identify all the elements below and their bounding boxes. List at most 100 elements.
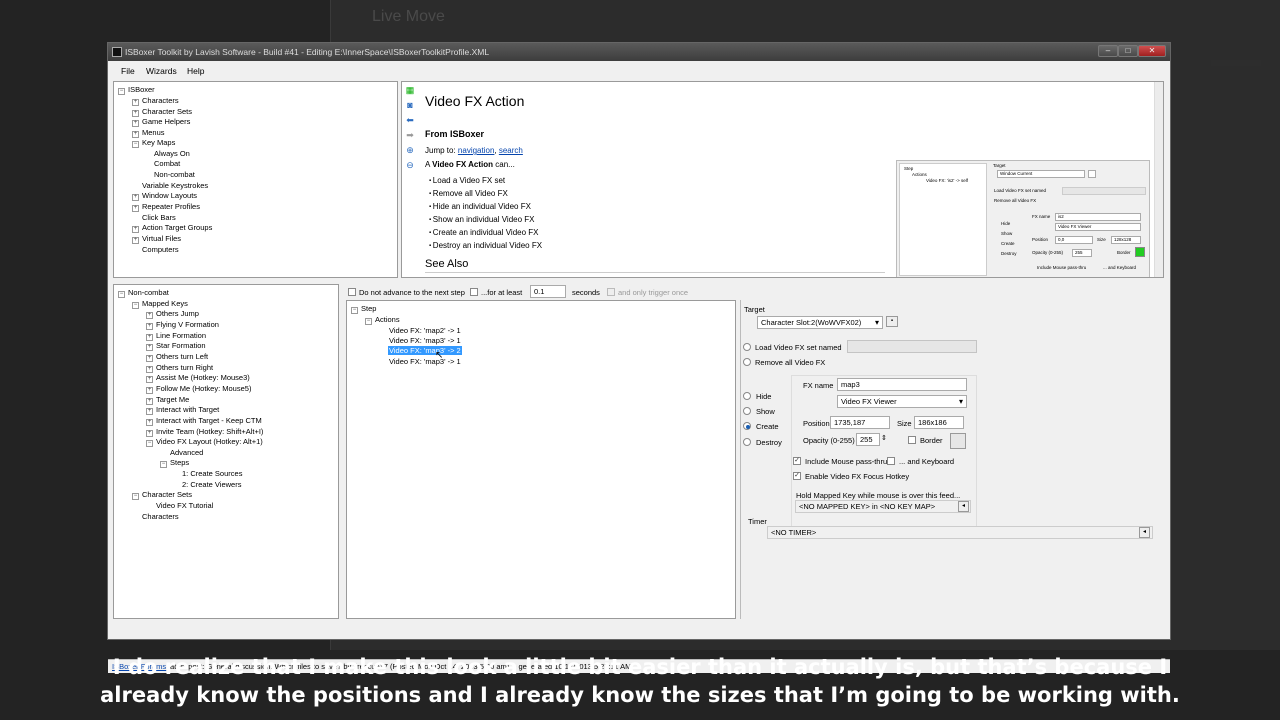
navigation-link[interactable]: navigation	[458, 146, 494, 155]
target-clear-button[interactable]: ▪	[886, 316, 898, 327]
tree-item-characters[interactable]: + Characters	[132, 96, 179, 106]
tree-item[interactable]: + Assist Me (Hotkey: Mouse3)	[146, 373, 250, 383]
target-select[interactable]: Character Slot:2(WoWVFX02)	[757, 316, 883, 329]
thumb-step-tree: Step Actions Video FX: 'is2' -> self	[899, 163, 987, 276]
close-button[interactable]: ✕	[1138, 45, 1166, 57]
tree-actions[interactable]: − Actions	[365, 315, 400, 325]
keyboard-checkbox[interactable]	[887, 457, 895, 465]
tree-item[interactable]: + Others turn Left	[146, 352, 208, 362]
focus-hotkey-checkbox[interactable]: ✓	[793, 472, 801, 480]
destroy-radio[interactable]	[743, 438, 751, 446]
maximize-button[interactable]: □	[1118, 45, 1138, 57]
tree-item-action-target-groups[interactable]: + Action Target Groups	[132, 223, 212, 233]
fx-type-select[interactable]: Video FX Viewer	[837, 395, 967, 408]
search-link[interactable]: search	[499, 146, 523, 155]
tree-item-character-sets[interactable]: − Character Sets	[132, 490, 192, 500]
timer-field[interactable]: <NO TIMER>	[767, 526, 1153, 539]
menu-file[interactable]: File	[121, 66, 135, 76]
help-scrollbar[interactable]	[1154, 82, 1163, 277]
grid-icon[interactable]: ▦	[404, 84, 416, 96]
back-arrow-icon[interactable]: ⬅	[404, 114, 416, 126]
see-also-heading: See Also	[425, 258, 469, 270]
create-radio[interactable]	[743, 422, 751, 430]
menu-bar: File Wizards Help	[108, 61, 1170, 79]
remove-all-radio[interactable]	[743, 358, 751, 366]
tree-item-non-combat[interactable]: Non-combat	[154, 170, 195, 179]
tree-item-click-bars[interactable]: Click Bars	[142, 213, 176, 222]
for-at-least-checkbox[interactable]	[470, 288, 478, 296]
tree-step[interactable]: − Step	[351, 304, 376, 314]
tree-root[interactable]: − ISBoxer	[118, 85, 155, 95]
menu-wizards[interactable]: Wizards	[146, 66, 177, 76]
seconds-input[interactable]: 0.1	[530, 285, 566, 298]
step-action-item[interactable]: Video FX: 'map2' -> 1	[389, 326, 461, 335]
tree-item-virtual-files[interactable]: + Virtual Files	[132, 234, 181, 244]
tree-item[interactable]: + Others Jump	[146, 309, 199, 319]
profile-tree[interactable]: − ISBoxer + Characters + Character Sets + Ga…	[113, 81, 398, 278]
step-action-item[interactable]: Video FX: 'map3' -> 1	[389, 357, 461, 366]
position-input[interactable]: 1735,187	[830, 416, 890, 429]
destroy-label: Destroy	[756, 438, 782, 447]
mapped-key-button[interactable]: ◂	[958, 501, 969, 512]
title-bar[interactable]: ISBoxer Toolkit by Lavish Software - Bui…	[108, 43, 1170, 61]
thumb-mouse-label: Include Mouse pass-thru	[1037, 265, 1087, 270]
load-set-input[interactable]	[847, 340, 977, 353]
step-action-item[interactable]: Video FX: 'map3' -> 1	[389, 336, 461, 345]
opacity-spinner-icon[interactable]: ⇕	[881, 434, 887, 442]
tree-item-menus[interactable]: + Menus	[132, 128, 165, 138]
thumb-hide: Hide	[1001, 221, 1011, 226]
tree-item-mapped-keys[interactable]: − Mapped Keys	[132, 299, 188, 309]
tree-item-advanced[interactable]: Advanced	[170, 448, 203, 457]
tree-item[interactable]: + Interact with Target	[146, 405, 219, 415]
size-input[interactable]: 186x186	[914, 416, 964, 429]
comment-icon[interactable]: ◙	[404, 99, 416, 111]
tree-item-characters[interactable]: Characters	[142, 512, 179, 521]
tree-root-non-combat[interactable]: − Non-combat	[118, 288, 169, 298]
load-set-radio[interactable]	[743, 343, 751, 351]
hide-radio[interactable]	[743, 392, 751, 400]
step-action-item-selected[interactable]: Video FX: 'map3' -> 2	[388, 346, 462, 355]
tree-item-window-layouts[interactable]: + Window Layouts	[132, 191, 197, 201]
tree-item[interactable]: + Target Me	[146, 395, 189, 405]
step-tree[interactable]: − Step − Actions Video FX: 'map2' -> 1 Vid…	[346, 300, 736, 619]
tree-item-combat[interactable]: Combat	[154, 159, 180, 168]
border-checkbox[interactable]	[908, 436, 916, 444]
menu-help[interactable]: Help	[187, 66, 204, 76]
tree-item-repeater-profiles[interactable]: + Repeater Profiles	[132, 202, 200, 212]
tree-item[interactable]: + Invite Team (Hotkey: Shift+Alt+I)	[146, 427, 263, 437]
opacity-input[interactable]: 255	[856, 433, 880, 446]
minimize-button[interactable]: –	[1098, 45, 1118, 57]
tree-item[interactable]: + Follow Me (Hotkey: Mouse5)	[146, 384, 251, 394]
zoom-out-icon[interactable]: ⊖	[404, 159, 416, 171]
forward-arrow-icon[interactable]: ➡	[404, 129, 416, 141]
show-radio[interactable]	[743, 407, 751, 415]
mouse-passthru-label: Include Mouse pass-thru	[805, 457, 888, 466]
only-once-checkbox[interactable]	[607, 288, 615, 296]
border-color-swatch[interactable]	[950, 433, 966, 449]
keymap-tree[interactable]: − Non-combat − Mapped Keys + Others Jump + F…	[113, 284, 339, 619]
zoom-in-icon[interactable]: ⊕	[404, 144, 416, 156]
tree-item[interactable]: + Star Formation	[146, 341, 206, 351]
mapped-key-field[interactable]: <NO MAPPED KEY> in <NO KEY MAP>	[795, 500, 971, 513]
tree-item[interactable]: + Line Formation	[146, 331, 206, 341]
tree-item-steps[interactable]: − Steps	[160, 458, 189, 468]
thumb-create: Create	[1001, 241, 1015, 246]
tree-item-video-fx-layout[interactable]: − Video FX Layout (Hotkey: Alt+1)	[146, 437, 263, 447]
thumb-border-label: Border	[1117, 250, 1131, 255]
tree-item-step-1[interactable]: 1: Create Sources	[182, 469, 242, 478]
tree-item-game-helpers[interactable]: + Game Helpers	[132, 117, 190, 127]
tree-item-video-fx-tutorial[interactable]: Video FX Tutorial	[156, 501, 213, 510]
tree-item[interactable]: + Flying V Formation	[146, 320, 219, 330]
tree-item-step-2[interactable]: 2: Create Viewers	[182, 480, 241, 489]
tree-item-computers[interactable]: Computers	[142, 245, 179, 254]
tree-item-key-maps[interactable]: − Key Maps	[132, 138, 175, 148]
no-advance-checkbox[interactable]	[348, 288, 356, 296]
mouse-passthru-checkbox[interactable]: ✓	[793, 457, 801, 465]
tree-item-variable-keystrokes[interactable]: Variable Keystrokes	[142, 181, 208, 190]
tree-item[interactable]: + Interact with Target - Keep CTM	[146, 416, 262, 426]
fx-name-input[interactable]: map3	[837, 378, 967, 391]
tree-item[interactable]: + Others turn Right	[146, 363, 213, 373]
tree-item-always-on[interactable]: Always On	[154, 149, 190, 158]
timer-button[interactable]: ◂	[1139, 527, 1150, 538]
tree-item-character-sets[interactable]: + Character Sets	[132, 107, 192, 117]
